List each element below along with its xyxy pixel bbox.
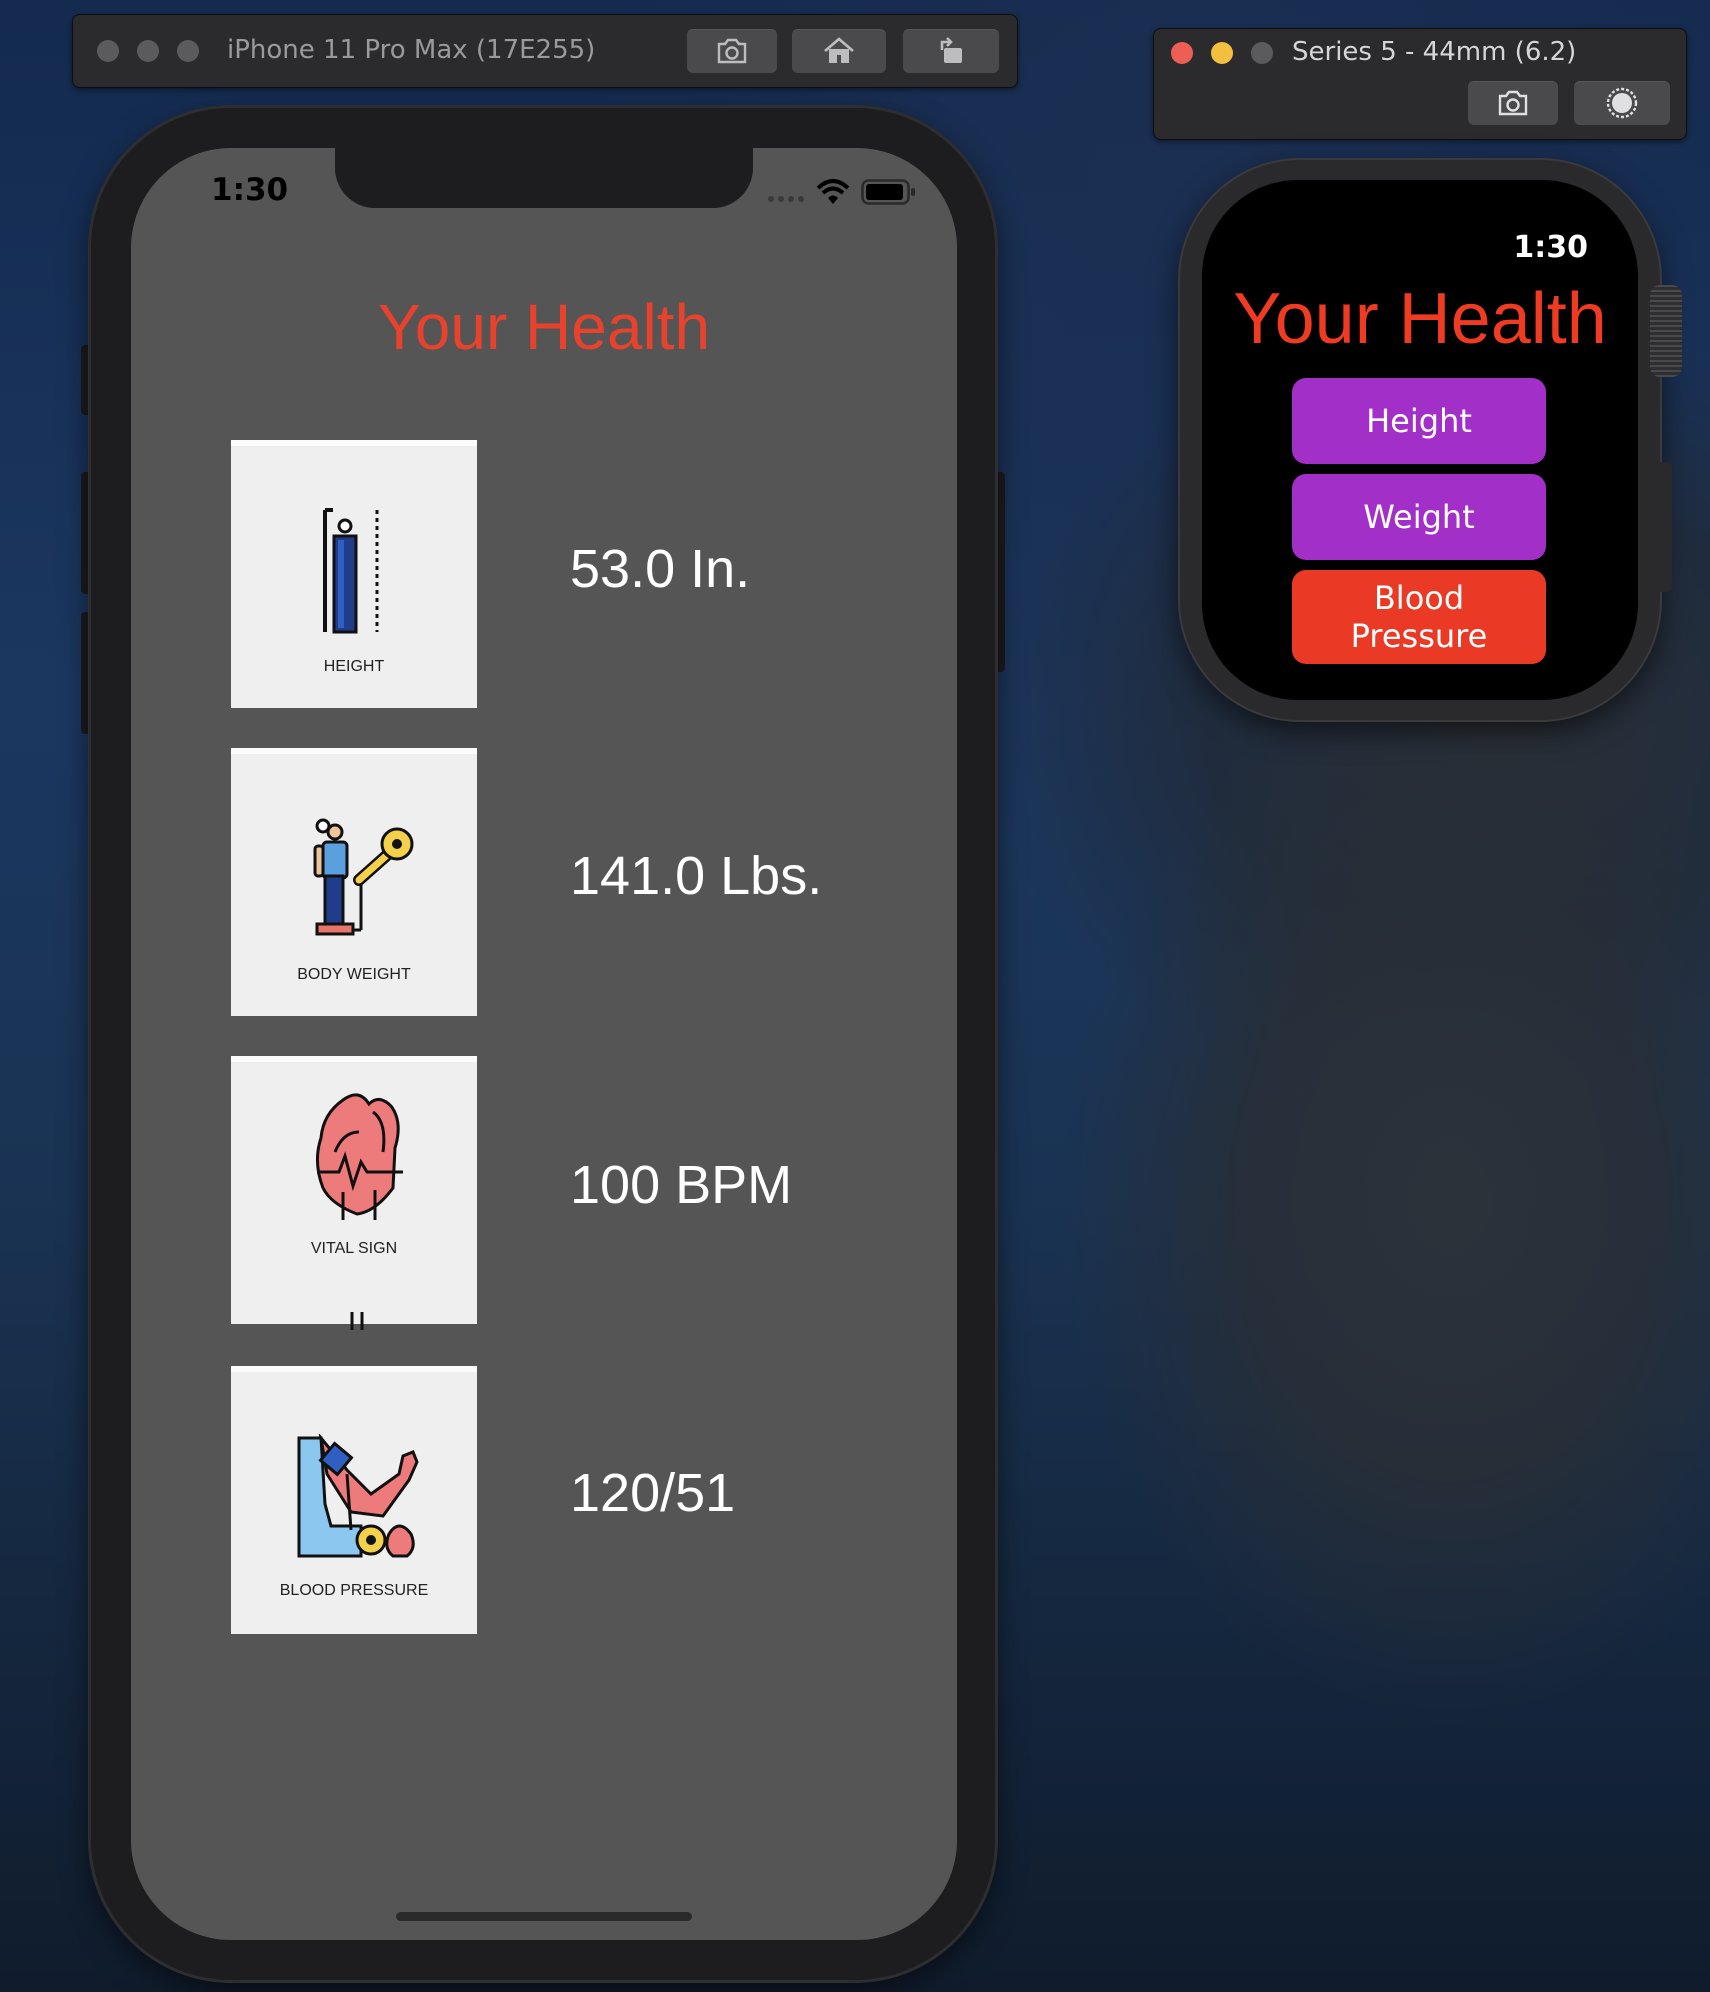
app-title: Your Health: [377, 291, 711, 363]
height-image: HEIGHT: [231, 440, 477, 708]
zoom-window-button[interactable]: [177, 40, 199, 62]
record-icon: [1606, 87, 1638, 119]
home-button[interactable]: [792, 29, 886, 73]
watch-side-button[interactable]: [1654, 462, 1672, 592]
digital-crown[interactable]: [1650, 285, 1682, 377]
home-indicator[interactable]: [396, 1912, 692, 1921]
rotate-icon: [940, 37, 962, 63]
weight-button[interactable]: Weight: [1292, 474, 1546, 560]
minimize-window-button[interactable]: [137, 40, 159, 62]
heart-rate-value: 100 BPM: [570, 1155, 793, 1215]
status-bar-time: 1:30: [211, 172, 289, 208]
height-button[interactable]: Height: [1292, 378, 1546, 464]
body-weight-caption: BODY WEIGHT: [297, 966, 411, 983]
body-weight-icon: [313, 818, 414, 936]
close-window-button[interactable]: [97, 40, 119, 62]
rotate-button[interactable]: [903, 29, 999, 73]
blood-pressure-caption: BLOOD PRESSURE: [279, 1582, 429, 1599]
heart-icon: [316, 1093, 403, 1220]
watch-time: 1:30: [1513, 230, 1588, 265]
weight-value: 141.0 Lbs.: [570, 846, 823, 906]
minimize-window-button[interactable]: [1211, 42, 1233, 64]
blood-pressure-button[interactable]: Blood Pressure: [1292, 570, 1546, 664]
iphone-screen: 1:30 Your Health HEIGHT 53.0 In. BODY WE…: [131, 148, 957, 1940]
height-value: 53.0 In.: [570, 539, 751, 599]
blood-pressure-image: BLOOD PRESSURE: [231, 1366, 477, 1634]
wifi-icon: [816, 179, 850, 204]
blood-pressure-icon: [297, 1434, 419, 1558]
iphone-simulator-titlebar: iPhone 11 Pro Max (17E255): [72, 14, 1018, 88]
signal-icon: [768, 196, 804, 202]
cropped-mark: [350, 1312, 364, 1330]
vital-sign-caption: VITAL SIGN: [310, 1240, 398, 1257]
blood-pressure-value: 120/51: [570, 1463, 736, 1523]
watch-simulator-titlebar: Series 5 - 44mm (6.2): [1153, 28, 1687, 140]
watch-screenshot-button[interactable]: [1468, 81, 1558, 125]
watch-screen: 1:30 Your Health Height Weight Blood Pre…: [1202, 180, 1638, 700]
height-measure-icon: [323, 508, 379, 634]
battery-icon: [861, 179, 915, 205]
screenshot-icon: [1498, 90, 1528, 116]
notch: [335, 148, 753, 208]
body-weight-image: BODY WEIGHT: [231, 748, 477, 1016]
zoom-window-button[interactable]: [1251, 42, 1273, 64]
watch-title: Your Health: [1233, 279, 1607, 359]
home-icon: [824, 37, 854, 63]
watch-record-button[interactable]: [1574, 81, 1670, 125]
watch-simulator-title: Series 5 - 44mm (6.2): [1292, 37, 1577, 67]
iphone-simulator-title: iPhone 11 Pro Max (17E255): [227, 35, 596, 65]
height-caption: HEIGHT: [323, 658, 385, 675]
screenshot-icon: [717, 38, 747, 64]
close-window-button[interactable]: [1171, 42, 1193, 64]
vital-sign-image: VITAL SIGN: [231, 1056, 477, 1330]
screenshot-button[interactable]: [687, 29, 777, 73]
